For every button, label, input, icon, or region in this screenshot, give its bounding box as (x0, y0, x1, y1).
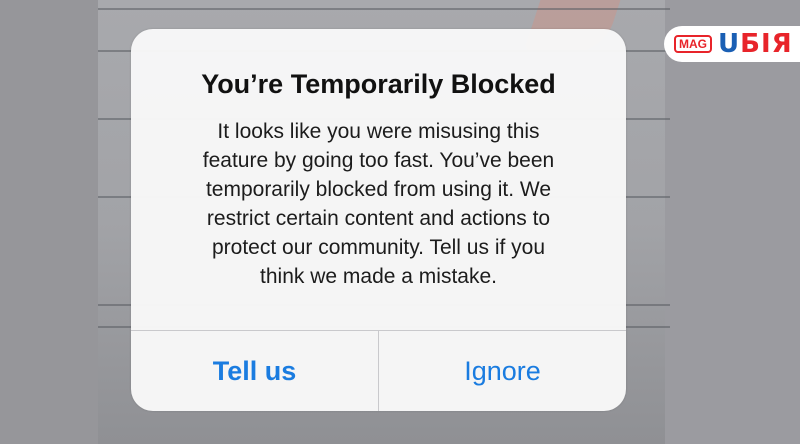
blocked-alert-dialog: You’re Temporarily Blocked It looks like… (131, 29, 626, 411)
background-left (0, 0, 100, 444)
alert-message-line: temporarily blocked from using it. We (205, 178, 552, 201)
alert-body: You’re Temporarily Blocked It looks like… (131, 29, 626, 330)
alert-actions: Tell us Ignore (131, 330, 626, 411)
alert-message-line: feature by going too fast. You’ve been (202, 149, 555, 172)
logo-wordmark-part1: U (718, 29, 741, 59)
tell-us-button[interactable]: Tell us (131, 331, 378, 411)
logo-wordmark-part2: БIЯ (740, 29, 793, 59)
alert-message-line: It looks like you were misusing this (217, 120, 540, 143)
background-right (665, 0, 800, 444)
alert-message-line: protect our community. Tell us if you (211, 236, 546, 259)
ignore-button[interactable]: Ignore (378, 331, 626, 411)
background-stair-line (98, 8, 670, 10)
logo-wordmark: UБIЯ (718, 29, 793, 59)
logo-mag-badge: MAG (674, 35, 712, 53)
site-logo: MAG UБIЯ (664, 26, 800, 62)
alert-message-line: think we made a mistake. (260, 265, 497, 288)
alert-title: You’re Temporarily Blocked (201, 69, 556, 99)
alert-message-line: restrict certain content and actions to (206, 207, 551, 230)
alert-message: It looks like you were misusing this fea… (159, 117, 598, 291)
